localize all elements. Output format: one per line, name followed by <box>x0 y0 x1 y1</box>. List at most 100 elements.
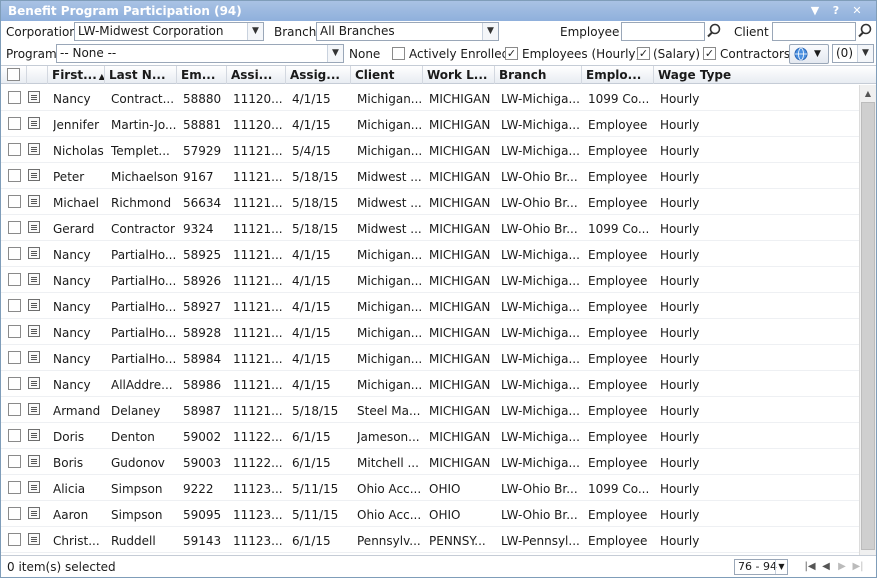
details-icon[interactable] <box>28 403 40 415</box>
table-row[interactable]: Aaron Simpson 59095 11123... 5/11/15 Ohio Acc… <box>1 501 859 527</box>
branch-cell: LW-Michiga... <box>501 300 580 314</box>
column-header-work-location[interactable]: Work L... <box>423 66 495 84</box>
column-header-last-name[interactable]: Last N... <box>105 66 177 84</box>
table-row[interactable]: Nancy PartialHo... 58926 11121... 4/1/15 Mich… <box>1 267 859 293</box>
contractors-checkbox[interactable]: ✓ <box>703 47 716 60</box>
details-icon[interactable] <box>28 481 40 493</box>
table-row[interactable]: Boris Gudonov 59003 11122... 6/1/15 Mitchell … <box>1 449 859 475</box>
table-row[interactable]: Nancy AllAddre... 58986 11121... 4/1/15 Michi… <box>1 371 859 397</box>
row-checkbox[interactable] <box>8 455 21 468</box>
details-icon[interactable] <box>28 507 40 519</box>
row-checkbox[interactable] <box>8 247 21 260</box>
options-button[interactable]: ▼ <box>789 44 829 64</box>
work-location-cell: PENNSY... <box>429 534 486 548</box>
row-checkbox[interactable] <box>8 169 21 182</box>
table-row[interactable]: Nancy PartialHo... 58927 11121... 4/1/15 Mich… <box>1 293 859 319</box>
table-row[interactable]: Nancy PartialHo... 58928 11121... 4/1/15 Mich… <box>1 319 859 345</box>
column-header-branch[interactable]: Branch <box>495 66 582 84</box>
details-icon[interactable] <box>28 325 40 337</box>
row-checkbox[interactable] <box>8 195 21 208</box>
row-checkbox[interactable] <box>8 117 21 130</box>
details-icon[interactable] <box>28 247 40 259</box>
row-checkbox[interactable] <box>8 429 21 442</box>
help-icon[interactable]: ? <box>828 1 844 21</box>
row-checkbox[interactable] <box>8 481 21 494</box>
row-checkbox[interactable] <box>8 143 21 156</box>
details-icon[interactable] <box>28 117 40 129</box>
column-header-employee-type[interactable]: Emplo... <box>582 66 654 84</box>
client-search-icon[interactable] <box>857 23 873 39</box>
assignment-cell: 11120... <box>233 118 283 132</box>
table-row[interactable]: Nancy PartialHo... 58984 11121... 4/1/15 Mich… <box>1 345 859 371</box>
column-header-client[interactable]: Client <box>351 66 423 84</box>
employee-type-cell: Employee <box>588 352 648 366</box>
vertical-scrollbar[interactable]: ▲ <box>859 85 876 555</box>
assign-date-cell: 4/1/15 <box>292 300 331 314</box>
salary-checkbox[interactable]: ✓ <box>637 47 650 60</box>
details-icon[interactable] <box>28 273 40 285</box>
row-checkbox[interactable] <box>8 273 21 286</box>
last-page-icon[interactable]: ▶| <box>852 559 864 575</box>
table-row[interactable]: Gerard Contractor 9324 11121... 5/18/15 Midwe… <box>1 215 859 241</box>
table-row[interactable]: Nicholas Templet... 57929 11121... 5/4/15 Mic… <box>1 137 859 163</box>
table-row[interactable]: Alicia Simpson 9222 11123... 5/11/15 Ohio Acc… <box>1 475 859 501</box>
employee-search-icon[interactable] <box>706 23 722 39</box>
row-checkbox[interactable] <box>8 507 21 520</box>
column-header-first-name[interactable]: First... ▲ <box>48 66 105 84</box>
table-row[interactable]: Nancy PartialHo... 58925 11121... 4/1/15 Mich… <box>1 241 859 267</box>
row-checkbox[interactable] <box>8 91 21 104</box>
client-cell: Michigan... <box>357 248 422 262</box>
details-icon[interactable] <box>28 91 40 103</box>
details-icon[interactable] <box>28 377 40 389</box>
select-all-checkbox[interactable] <box>7 68 20 81</box>
details-icon[interactable] <box>28 429 40 441</box>
row-checkbox[interactable] <box>8 403 21 416</box>
details-icon[interactable] <box>28 351 40 363</box>
prev-page-icon[interactable]: ◀ <box>820 559 832 575</box>
row-checkbox[interactable] <box>8 221 21 234</box>
row-checkbox[interactable] <box>8 325 21 338</box>
details-icon[interactable] <box>28 455 40 467</box>
employees-hourly-checkbox[interactable]: ✓ <box>505 47 518 60</box>
column-header-assignment[interactable]: Assi... <box>227 66 286 84</box>
page-range-select[interactable]: 76 - 94 ▼ <box>734 559 788 575</box>
table-row[interactable]: Nancy Contract... 58880 11120... 4/1/15 Michi… <box>1 85 859 111</box>
column-header-assign-date[interactable]: Assig... <box>286 66 351 84</box>
details-icon[interactable] <box>28 143 40 155</box>
program-select[interactable]: -- None -- ▼ <box>56 44 344 63</box>
details-icon[interactable] <box>28 299 40 311</box>
column-header-wage-type[interactable]: Wage Type <box>654 66 876 84</box>
assignment-cell: 11123... <box>233 508 283 522</box>
next-page-icon[interactable]: ▶ <box>836 559 848 575</box>
table-row[interactable]: Michael Richmond 56634 11121... 5/18/15 Midwe… <box>1 189 859 215</box>
column-header-employee-id[interactable]: Em... <box>177 66 227 84</box>
table-row[interactable]: Peter Michaelson 9167 11121... 5/18/15 Midwes… <box>1 163 859 189</box>
count-select[interactable]: (0) ▼ <box>832 44 874 63</box>
wage-type-cell: Hourly <box>660 404 700 418</box>
row-checkbox[interactable] <box>8 299 21 312</box>
table-row[interactable]: Jennifer Martin-Jo... 58881 11120... 4/1/15 M… <box>1 111 859 137</box>
table-row[interactable]: Doris Denton 59002 11122... 6/1/15 Jameson...… <box>1 423 859 449</box>
scroll-up-icon[interactable]: ▲ <box>860 86 876 102</box>
first-name-cell: Michael <box>53 196 99 210</box>
actively-enrolled-checkbox[interactable] <box>392 47 405 60</box>
details-icon[interactable] <box>28 533 40 545</box>
employee-input[interactable] <box>621 22 705 41</box>
table-row[interactable]: Armand Delaney 58987 11121... 5/18/15 Steel M… <box>1 397 859 423</box>
close-icon[interactable]: ✕ <box>849 1 865 21</box>
client-input[interactable] <box>772 22 856 41</box>
row-checkbox[interactable] <box>8 351 21 364</box>
details-icon[interactable] <box>28 169 40 181</box>
corporation-select[interactable]: LW-Midwest Corporation ▼ <box>74 22 264 41</box>
first-page-icon[interactable]: |◀ <box>804 559 816 575</box>
employee-id-cell: 58987 <box>183 404 222 418</box>
chevron-down-icon: ▼ <box>247 23 263 40</box>
details-icon[interactable] <box>28 221 40 233</box>
window-menu-icon[interactable]: ▼ <box>807 1 823 21</box>
branch-select[interactable]: All Branches ▼ <box>316 22 499 41</box>
row-checkbox[interactable] <box>8 377 21 390</box>
scroll-thumb[interactable] <box>861 102 875 550</box>
details-icon[interactable] <box>28 195 40 207</box>
table-row[interactable]: Christ... Ruddell 59143 11123... 6/1/15 Penns… <box>1 527 859 553</box>
row-checkbox[interactable] <box>8 533 21 546</box>
